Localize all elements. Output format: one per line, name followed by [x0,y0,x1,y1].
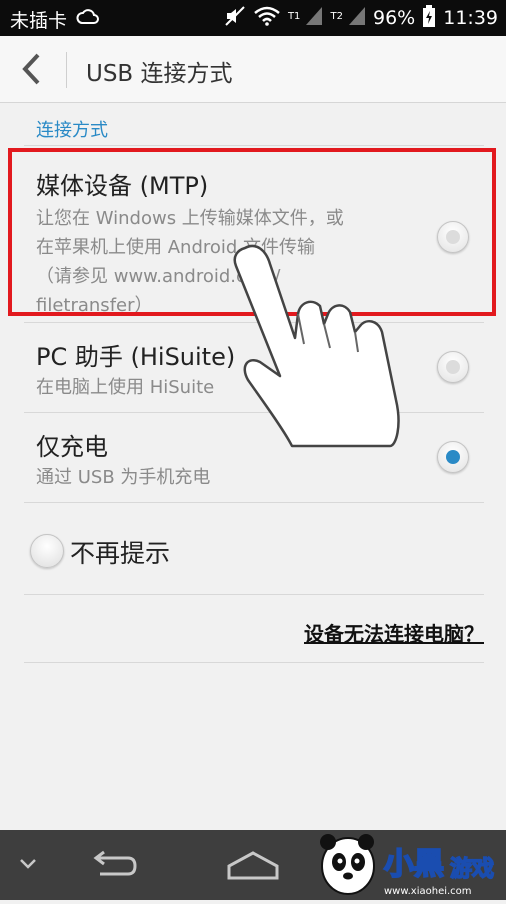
battery-percent: 96% [373,7,416,29]
carrier-label: 未插卡 [10,10,68,32]
svg-text:小黑: 小黑 [384,847,444,882]
svg-text:www.xiaohei.com: www.xiaohei.com [384,886,472,897]
mute-icon [224,5,246,32]
home-nav-button[interactable] [226,850,280,884]
radio-dot-selected [446,450,460,464]
back-nav-button[interactable] [88,850,138,886]
radio-hisuite[interactable] [437,351,469,383]
help-link[interactable]: 设备无法连接电脑？ [304,618,484,647]
option-description-line: 通过 USB 为手机充电 [36,467,211,488]
status-bar: 未插卡 T1 T2 96% 11:39 [0,0,506,36]
cloud-icon [76,7,100,31]
action-bar-divider [66,52,67,88]
checkbox-divider [24,594,484,595]
svg-text:游戏: 游戏 [450,856,494,882]
home-icon [227,851,279,880]
back-arrow-icon [93,850,137,876]
dont-remind-checkbox[interactable] [30,534,64,568]
sim2-label: T2 [330,10,343,22]
sim1-label: T1 [287,10,301,22]
page-title: USB 连接方式 [86,61,233,87]
hide-keyboard-button[interactable] [18,856,38,875]
signal-sim2-icon: T2 [330,6,365,30]
chevron-down-icon [20,859,36,869]
dont-remind-label[interactable]: 不再提示 [70,534,170,570]
radio-dot [446,360,460,374]
signal-sim1-icon: T1 [287,6,323,30]
help-divider [24,662,484,663]
option-description: 通过 USB 为手机充电 [36,463,416,492]
action-bar: USB 连接方式 [0,36,506,103]
option-divider [24,502,484,503]
radio-charge-only[interactable] [437,441,469,473]
section-header: 连接方式 [36,120,108,141]
wifi-icon [254,6,280,31]
option-title: 仅充电 [36,433,108,461]
chevron-left-icon [22,53,40,85]
back-button[interactable] [18,52,48,86]
hand-pointer-icon [200,240,410,454]
section-divider [24,145,484,146]
battery-charging-icon [423,4,436,32]
clock: 11:39 [443,7,498,29]
watermark-logo: 小黑 游戏 www.xiaohei.com [308,830,506,900]
